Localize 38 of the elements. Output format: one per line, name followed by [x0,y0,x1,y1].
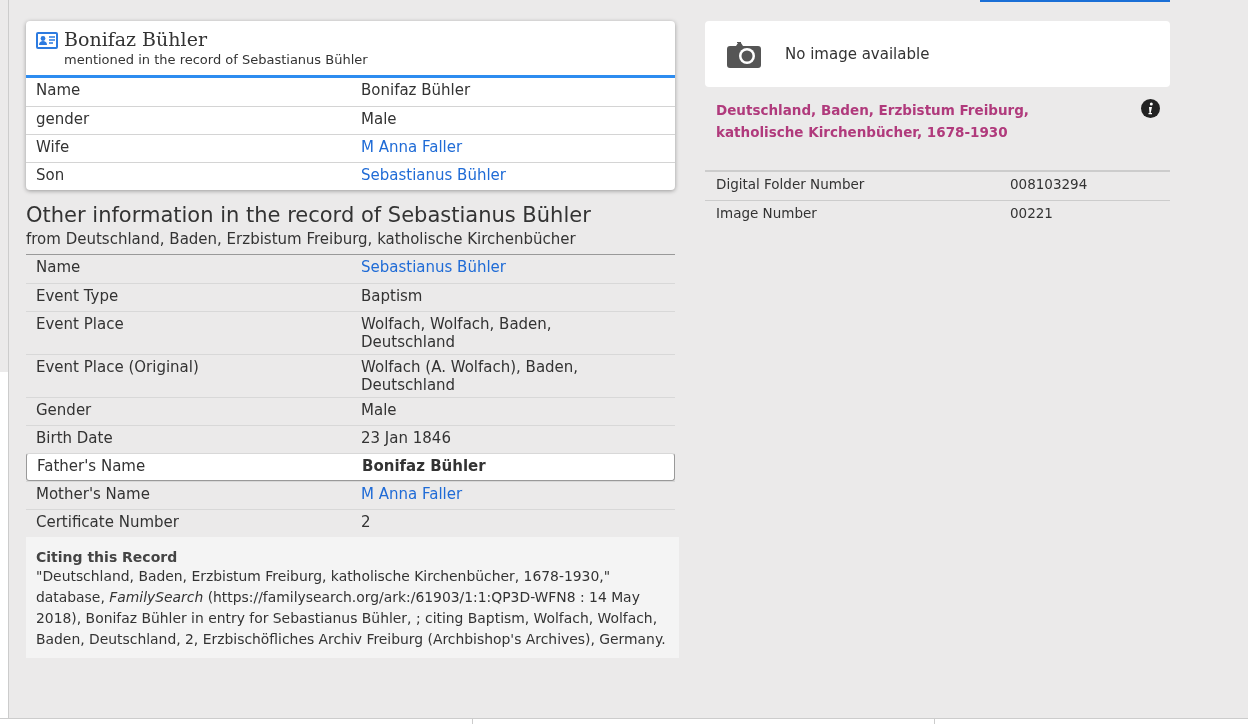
person-link[interactable]: Sebastianus Bühler [361,258,506,277]
field-label: Gender [36,401,93,420]
collection-title[interactable]: Deutschland, Baden, Erzbistum Freiburg, katholische Kirchenbücher, 1678-1930 [716,99,1056,170]
field-label: Father's Name [37,457,147,476]
field-label: gender [36,110,91,129]
record-subtitle: from Deutschland, Baden, Erzbistum Freiburg, katholische Kirchenbücher [26,227,675,256]
field-value: 00221 [1010,204,1054,222]
person-link[interactable]: M Anna Faller [361,138,463,157]
person-subtitle: mentioned in the record of Sebastianus Bühler [64,50,368,69]
field-label: Digital Folder Number [716,175,866,193]
field-value: Wolfach (A. Wolfach), Baden, Deutschland [361,358,580,395]
field-value: Bonifaz Bühler [361,81,472,100]
field-label: Event Place (Original) [36,358,200,377]
field-label: Name [36,81,82,100]
person-link[interactable]: Sebastianus Bühler [361,166,506,185]
field-label: Birth Date [36,429,114,448]
field-value: Male [361,401,398,420]
no-image-message: No image available [785,43,930,65]
record-heading: Other information in the record of Sebastianus Bühler [26,203,592,228]
field-value: Wolfach, Wolfach, Baden, Deutschland [361,315,553,352]
field-value: 23 Jan 1846 [361,429,452,448]
field-label: Image Number [716,204,818,222]
citation-text: "Deutschland, Baden, Erzbistum Freiburg, katholische Kirchenbücher, 1678-1930," database, FamilySearch (https://familysearch.org/ark:/61903/1:1:QP3D-WFN8 : 14 May 2018), Bonifaz Bühler in entry for Sebastianus Bühler, ; citing Baptism, Wolfach, Wolfach, Baden, Deutschland, 2, Erzbischöfliches Archiv Freiburg (Archbishop's Archives), Germany. [36,566,667,649]
field-value: Bonifaz Bühler [362,457,487,476]
person-name: Bonifaz Bühler [64,29,208,50]
field-label: Name [36,258,82,277]
field-label: Certificate Number [36,513,180,532]
field-value: Male [361,110,398,129]
field-label: Son [36,166,66,185]
field-label: Event Type [36,287,120,306]
citation-heading: Citing this Record [36,549,179,566]
field-value: 008103294 [1010,175,1089,193]
field-value: 2 [361,513,372,532]
field-label: Wife [36,138,71,157]
person-link[interactable]: M Anna Faller [361,485,463,504]
field-value: Baptism [361,287,424,306]
field-label: Event Place [36,315,125,334]
field-label: Mother's Name [36,485,151,504]
